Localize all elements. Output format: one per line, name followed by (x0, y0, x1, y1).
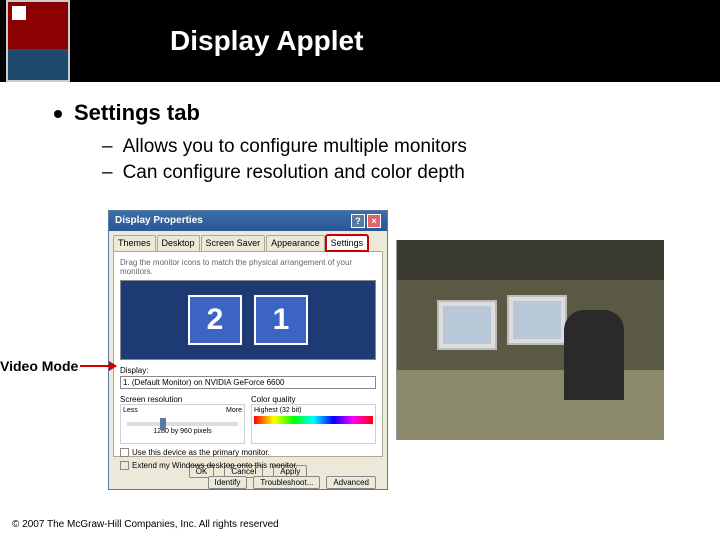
tab-desktop[interactable]: Desktop (157, 235, 200, 251)
resolution-group: Screen resolution Less More 1280 by 960 … (120, 395, 245, 444)
bullet-level2-a: –Allows you to configure multiple monito… (102, 134, 684, 160)
monitor-1[interactable]: 1 (254, 295, 308, 345)
color-group: Color quality Highest (32 bit) (251, 395, 376, 444)
slide-title: Display Applet (170, 25, 363, 57)
tab-themes[interactable]: Themes (113, 235, 156, 251)
bullet-l2a-text: Allows you to configure multiple monitor… (123, 136, 467, 157)
tab-settings[interactable]: Settings (326, 235, 369, 251)
header: Display Applet (0, 0, 720, 82)
close-icon[interactable]: × (367, 214, 381, 228)
tab-panel-settings: Drag the monitor icons to match the phys… (113, 251, 383, 457)
res-less: Less (123, 407, 138, 414)
resolution-label: Screen resolution (120, 395, 245, 404)
display-selector: Display: 1. (Default Monitor) on NVIDIA … (120, 366, 376, 389)
dialog-title-text: Display Properties (115, 211, 203, 231)
color-label: Color quality (251, 395, 376, 404)
video-mode-callout: Video Mode (0, 358, 116, 374)
display-properties-dialog: Display Properties ? × Themes Desktop Sc… (108, 210, 388, 490)
copyright-footer: © 2007 The McGraw-Hill Companies, Inc. A… (12, 519, 279, 530)
arrow-icon (80, 365, 116, 367)
identify-button[interactable]: Identify (208, 476, 248, 489)
display-label: Display: (120, 366, 148, 375)
extend-checkbox[interactable] (120, 461, 129, 470)
primary-label: Use this device as the primary monitor. (132, 448, 270, 457)
monitor-2[interactable]: 2 (188, 295, 242, 345)
drag-hint: Drag the monitor icons to match the phys… (120, 258, 376, 276)
bullet-l1-text: Settings tab (74, 100, 200, 125)
dialog-titlebar: Display Properties ? × (109, 211, 387, 231)
help-icon[interactable]: ? (351, 214, 365, 228)
tab-appearance[interactable]: Appearance (266, 235, 325, 251)
advanced-button[interactable]: Advanced (326, 476, 376, 489)
bullet-l2b-text: Can configure resolution and color depth (123, 162, 465, 183)
color-dropdown[interactable]: Highest (32 bit) (254, 407, 373, 414)
bullet-level2-b: –Can configure resolution and color dept… (102, 160, 684, 186)
video-mode-label: Video Mode (0, 358, 78, 374)
content-area: Settings tab –Allows you to configure mu… (0, 82, 720, 185)
resolution-slider[interactable] (127, 422, 238, 426)
bullet-level1: Settings tab (54, 100, 684, 126)
tab-screensaver[interactable]: Screen Saver (201, 235, 266, 251)
display-dropdown[interactable]: 1. (Default Monitor) on NVIDIA GeForce 6… (120, 376, 376, 389)
tab-strip: Themes Desktop Screen Saver Appearance S… (109, 231, 387, 251)
res-more: More (226, 407, 242, 414)
color-spectrum (254, 416, 373, 424)
extend-label: Extend my Windows desktop onto this moni… (132, 461, 298, 470)
primary-checkbox[interactable] (120, 448, 129, 457)
monitor-arrangement[interactable]: 2 1 (120, 280, 376, 360)
troubleshoot-button[interactable]: Troubleshoot... (253, 476, 320, 489)
resolution-value: 1280 by 960 pixels (123, 428, 242, 435)
dual-monitor-photo (396, 240, 664, 440)
book-thumbnail (6, 0, 70, 82)
figure-area: Display Properties ? × Themes Desktop Sc… (0, 210, 720, 500)
